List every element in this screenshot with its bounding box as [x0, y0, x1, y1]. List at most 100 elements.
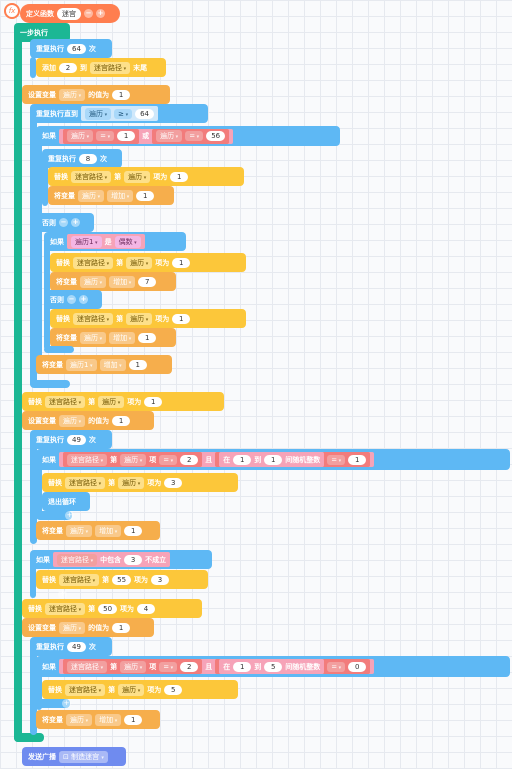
replace-item-block[interactable]: 替换 迷宫路径 第 遍历 项为 3	[42, 473, 238, 492]
eq-condition-a[interactable]: 迷宫路径 第 遍历 项 = 2	[63, 659, 203, 674]
replace-item-block[interactable]: 替换 迷宫路径 第 55 项为 3	[36, 570, 208, 589]
index-dropdown[interactable]: 遍历	[118, 476, 145, 489]
set-variable-block[interactable]: 设置变量 遍历 的值为 1	[22, 85, 170, 104]
change-mode-dropdown[interactable]: 增加	[109, 275, 136, 288]
eq-condition-a[interactable]: 遍历 = 1	[63, 128, 140, 144]
remove-param-icon[interactable]: −	[84, 9, 93, 18]
list-dropdown[interactable]: 迷宫路径	[45, 602, 86, 615]
change-value[interactable]: 1	[136, 190, 155, 201]
not-contains-condition[interactable]: 迷宫路径 中包含 3 不成立	[53, 552, 171, 567]
replace-item-block[interactable]: 替换 迷宫路径 第 50 项为 4	[22, 599, 202, 618]
add-value[interactable]: 2	[59, 62, 77, 73]
compare-value[interactable]: 56	[206, 131, 226, 141]
add-to-list-block[interactable]: 添加 2 到 迷宫路径 末尾	[36, 58, 166, 77]
repeat-count[interactable]: 64	[67, 43, 86, 54]
and-condition[interactable]: 迷宫路径 第 遍历 项 = 2 且 在 1 到 1 间随机整数 = 1	[59, 452, 375, 467]
compare-value[interactable]: 1	[348, 454, 367, 465]
repeat-count[interactable]: 49	[67, 641, 86, 652]
variable-dropdown[interactable]: 遍历	[59, 88, 86, 101]
variable-dropdown[interactable]: 遍历	[67, 130, 94, 142]
replace-item-block[interactable]: 替换 迷宫路径 第 遍历 项为 5	[42, 680, 238, 699]
if-and-block[interactable]: 如果 迷宫路径 第 遍历 项 = 2 且 在 1 到 1 间随机整数 = 1	[36, 449, 510, 470]
index-dropdown[interactable]: 遍历	[98, 395, 125, 408]
replace-value[interactable]: 1	[172, 257, 191, 268]
operator-dropdown[interactable]: =	[185, 131, 204, 141]
index-value[interactable]: 55	[112, 574, 132, 585]
index-value[interactable]: 50	[98, 603, 118, 614]
set-variable-block[interactable]: 设置变量 遍历 的值为 1	[22, 411, 154, 430]
change-variable-block[interactable]: 将变量 遍历 增加 7	[50, 272, 176, 291]
message-dropdown[interactable]: ⊡ 制造迷宫	[59, 750, 108, 763]
random-low[interactable]: 1	[233, 454, 252, 465]
list-dropdown[interactable]: 迷宫路径	[45, 395, 86, 408]
variable-dropdown[interactable]: 遍历	[59, 414, 86, 427]
index-dropdown[interactable]: 遍历	[120, 453, 147, 466]
variable-dropdown[interactable]: 遍历	[156, 130, 183, 142]
list-dropdown[interactable]: 迷宫路径	[67, 453, 108, 466]
compare-value[interactable]: 2	[180, 454, 199, 465]
operator-dropdown[interactable]: =	[159, 661, 178, 672]
if-or-block[interactable]: 如果 遍历 = 1 或 遍历 = 56	[36, 126, 340, 146]
index-dropdown[interactable]: 遍历	[118, 683, 145, 696]
repeat-8-block[interactable]: 重复执行 8 次	[42, 149, 122, 168]
change-value[interactable]: 1	[124, 714, 143, 725]
list-dropdown[interactable]: 迷宫路径	[59, 573, 100, 586]
variable-dropdown[interactable]: 遍历1	[66, 358, 97, 371]
variable-dropdown[interactable]: 遍历	[78, 189, 105, 202]
if-even-block[interactable]: 如果 遍历1 是 偶数	[44, 232, 186, 251]
eq-condition-b[interactable]: 在 1 到 1 间随机整数 = 1	[215, 452, 371, 467]
compare-condition[interactable]: 遍历 ≥ 64	[81, 106, 159, 121]
compare-value[interactable]: 64	[135, 108, 155, 119]
repeat-49-block[interactable]: 重复执行 49 次	[30, 637, 112, 656]
change-value[interactable]: 1	[138, 332, 157, 343]
list-dropdown[interactable]: 迷宫路径	[90, 61, 131, 74]
parity-dropdown[interactable]: 偶数	[114, 235, 141, 248]
variable-dropdown[interactable]: 遍历	[59, 621, 86, 634]
random-reporter[interactable]: 在 1 到 1 间随机整数	[219, 452, 325, 467]
replace-item-block[interactable]: 替换 迷宫路径 第 遍历 项为 1	[48, 167, 244, 186]
variable-dropdown[interactable]: 遍历	[66, 524, 93, 537]
change-variable-block[interactable]: 将变量 遍历1 增加 1	[36, 355, 172, 374]
variable-dropdown[interactable]: 遍历	[85, 107, 112, 120]
add-branch-icon[interactable]: +	[62, 699, 71, 708]
variable-dropdown[interactable]: 遍历1	[71, 235, 102, 248]
change-variable-block[interactable]: 将变量 遍历 增加 1	[50, 328, 176, 347]
variable-dropdown[interactable]: 遍历	[66, 713, 93, 726]
operator-dropdown[interactable]: =	[327, 454, 346, 465]
repeat-64-block[interactable]: 重复执行 64 次	[30, 39, 112, 58]
and-condition[interactable]: 迷宫路径 第 遍历 项 = 2 且 在 1 到 5 间随机整数 = 0	[59, 659, 375, 674]
set-variable-block[interactable]: 设置变量 遍历 的值为 1	[22, 618, 154, 637]
repeat-until-block[interactable]: 重复执行直到 遍历 ≥ 64	[30, 104, 208, 123]
break-loop-block[interactable]: 退出循环	[42, 492, 90, 511]
add-branch-icon[interactable]: +	[65, 511, 74, 520]
change-value[interactable]: 1	[124, 525, 143, 536]
replace-value[interactable]: 3	[151, 574, 170, 585]
list-dropdown[interactable]: 迷宫路径	[67, 660, 108, 673]
replace-value[interactable]: 5	[164, 684, 183, 695]
replace-item-block[interactable]: 替换 迷宫路径 第 遍历 项为 1	[22, 392, 224, 411]
change-mode-dropdown[interactable]: 增加	[99, 358, 126, 371]
replace-value[interactable]: 1	[144, 396, 163, 407]
eq-condition-b[interactable]: 遍历 = 56	[152, 128, 230, 144]
index-dropdown[interactable]: 遍历	[126, 312, 153, 325]
function-name[interactable]: 迷宫	[57, 7, 81, 20]
set-value[interactable]: 1	[112, 415, 131, 426]
eq-condition-a[interactable]: 迷宫路径 第 遍历 项 = 2	[63, 452, 203, 467]
change-mode-dropdown[interactable]: 增加	[109, 331, 136, 344]
compare-value[interactable]: 1	[117, 131, 136, 141]
if-contains-block[interactable]: 如果 迷宫路径 中包含 3 不成立	[30, 550, 212, 569]
add-branch-icon[interactable]: +	[71, 218, 80, 227]
change-value[interactable]: 1	[128, 359, 147, 370]
compare-value[interactable]: 2	[180, 661, 199, 672]
replace-value[interactable]: 4	[137, 603, 156, 614]
set-value[interactable]: 1	[112, 89, 131, 100]
if-and-block[interactable]: 如果 迷宫路径 第 遍历 项 = 2 且 在 1 到 5 间随机整数 = 0	[36, 656, 510, 677]
add-branch-icon[interactable]: +	[79, 295, 88, 304]
add-branch-icon[interactable]: +	[58, 590, 67, 599]
change-variable-block[interactable]: 将变量 遍历 增加 1	[36, 710, 160, 729]
list-dropdown[interactable]: 迷宫路径	[65, 683, 106, 696]
list-dropdown[interactable]: 迷宫路径	[65, 476, 106, 489]
change-mode-dropdown[interactable]: 增加	[95, 524, 122, 537]
list-dropdown[interactable]: 迷宫路径	[71, 170, 112, 183]
else-block[interactable]: 否则 − +	[36, 213, 94, 232]
